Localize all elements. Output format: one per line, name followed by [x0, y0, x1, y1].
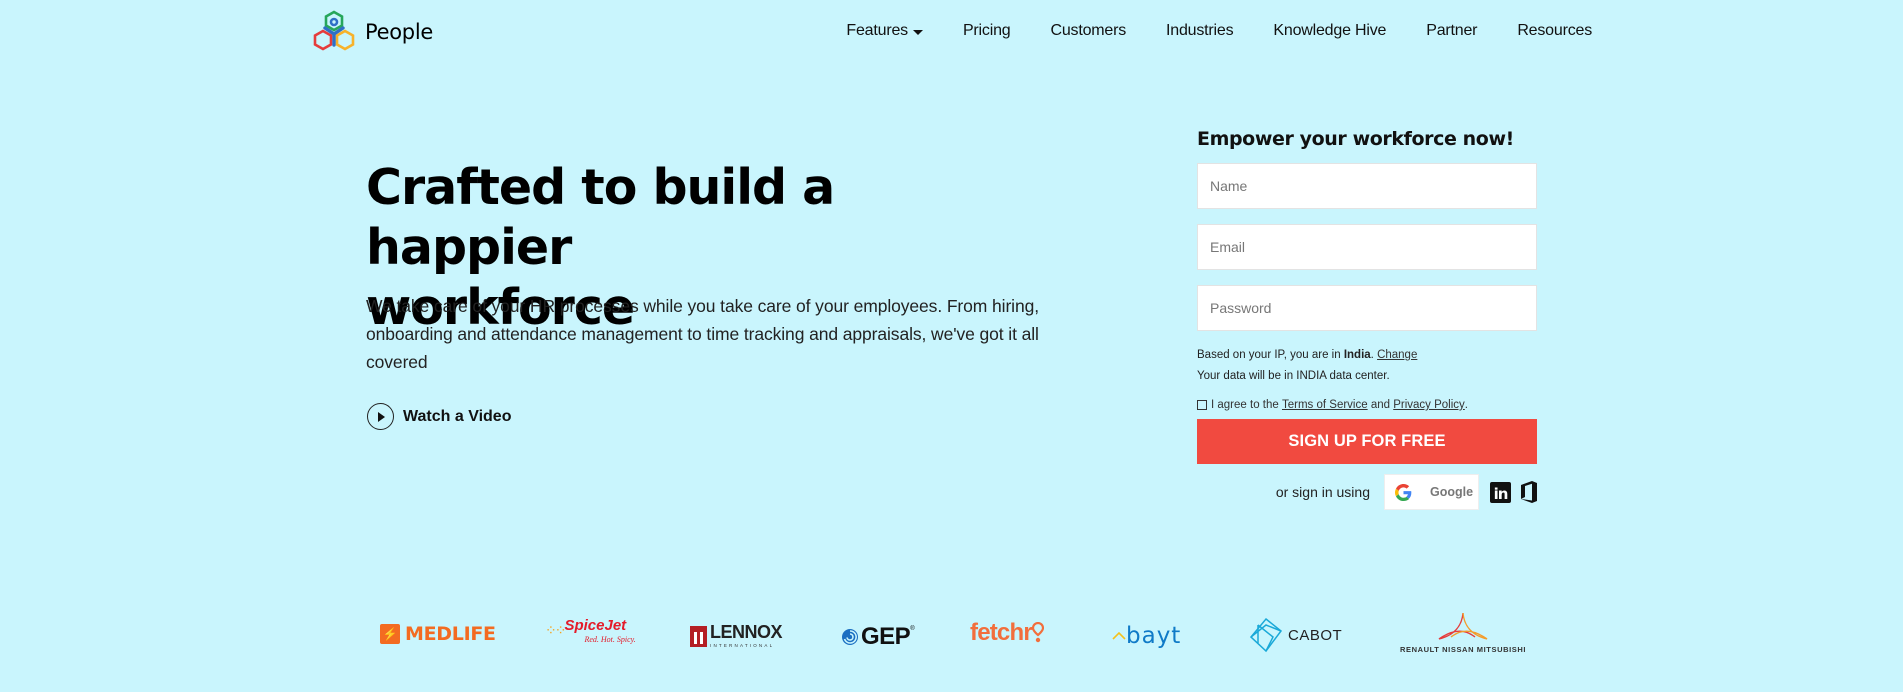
or-sign-in-text: or sign in using — [1275, 484, 1370, 500]
lennox-sub: INTERNATIONAL — [710, 643, 775, 648]
watch-video-label: Watch a Video — [403, 407, 512, 425]
bayt-chevron-icon — [1112, 632, 1126, 640]
nav-partner[interactable]: Partner — [1426, 22, 1477, 40]
agree-suffix-text: . — [1464, 399, 1468, 411]
nav-features-label: Features — [846, 22, 908, 39]
linkedin-signin-button[interactable]: in — [1490, 481, 1511, 503]
alliance-emblem-icon — [1438, 612, 1488, 640]
cabot-cube-icon — [1249, 617, 1283, 653]
nav-resources[interactable]: Resources — [1517, 22, 1592, 40]
client-logo-medlife: ⚡ MEDLIFE — [380, 623, 496, 645]
google-label: Google — [1430, 485, 1474, 499]
lennox-name: LENNOX — [710, 622, 783, 642]
signup-button[interactable]: SIGN UP FOR FREE — [1197, 419, 1537, 464]
data-center-note: Your data will be in INDIA data center. — [1197, 370, 1390, 382]
password-input[interactable] — [1197, 285, 1537, 331]
social-signin-row: or sign in using Google in — [1197, 474, 1538, 510]
change-country-link[interactable]: Change — [1377, 349, 1417, 361]
office365-signin-button[interactable] — [1520, 481, 1538, 503]
terms-of-service-link[interactable]: Terms of Service — [1282, 399, 1368, 411]
lennox-wordmark: LENNOX INTERNATIONAL — [707, 622, 783, 648]
main-nav: Features Pricing Customers Industries Kn… — [846, 22, 1592, 40]
nav-features[interactable]: Features — [846, 22, 923, 40]
medlife-runner-icon: ⚡ — [380, 624, 400, 644]
client-logo-renault-nissan-mitsubishi: RENAULT NISSAN MITSUBISHI — [1400, 611, 1526, 654]
privacy-policy-link[interactable]: Privacy Policy — [1393, 399, 1465, 411]
client-logo-bayt: bayt — [1112, 623, 1181, 649]
ip-location-note: Based on your IP, you are in India. Chan… — [1197, 346, 1538, 365]
nav-pricing[interactable]: Pricing — [963, 22, 1011, 40]
medlife-name: MEDLIFE — [405, 623, 496, 645]
bayt-name: bayt — [1126, 623, 1182, 649]
terms-agreement: I agree to the Terms of Service and Priv… — [1197, 399, 1538, 411]
email-input[interactable] — [1197, 224, 1537, 270]
hero-description: We take care of your HR processes while … — [366, 296, 1039, 372]
client-logo-cabot: CABOT — [1249, 617, 1342, 653]
agree-and-text: and — [1370, 399, 1391, 411]
gep-registered-mark: ® — [910, 626, 915, 632]
nav-customers[interactable]: Customers — [1050, 22, 1126, 40]
name-input[interactable] — [1197, 163, 1537, 209]
client-logo-spicejet: ⁘⁘ SpiceJet Red. Hot. Spicy. — [545, 617, 636, 644]
terms-checkbox[interactable] — [1197, 400, 1207, 410]
signup-form: Empower your workforce now! Based on you… — [1197, 128, 1538, 510]
gep-name: GEP — [861, 623, 911, 650]
office365-icon — [1521, 481, 1537, 503]
nav-knowledge-hive[interactable]: Knowledge Hive — [1273, 22, 1386, 40]
agree-prefix-text: I agree to the — [1211, 399, 1279, 411]
play-circle-icon — [367, 403, 394, 430]
google-g-icon — [1395, 483, 1412, 501]
google-signin-button[interactable]: Google — [1384, 474, 1479, 510]
zoho-people-logo-icon — [313, 10, 355, 51]
client-logo-lennox: LENNOX INTERNATIONAL — [690, 622, 783, 648]
fetchr-name: fetchr — [970, 619, 1033, 646]
client-logo-fetchr: fetchr — [970, 619, 1044, 647]
client-logo-gep: GEP ® — [841, 623, 915, 651]
spicejet-name: SpiceJet — [564, 617, 627, 634]
hero-title-line1: Crafted to build a happier — [366, 159, 835, 276]
ip-country: India — [1343, 349, 1371, 361]
spicejet-tagline: Red. Hot. Spicy. — [584, 635, 636, 644]
caret-down-icon — [912, 29, 923, 35]
nav-industries[interactable]: Industries — [1166, 22, 1234, 40]
linkedin-icon: in — [1493, 484, 1509, 503]
watch-video-link[interactable]: Watch a Video — [367, 403, 511, 430]
fetchr-pin-icon — [1031, 622, 1044, 643]
gep-swirl-icon — [842, 629, 858, 645]
lennox-mark-icon — [690, 625, 707, 647]
brand-name: People — [365, 20, 433, 44]
spicejet-wordmark: SpiceJet Red. Hot. Spicy. — [564, 617, 635, 644]
signup-title: Empower your workforce now! — [1197, 128, 1514, 150]
ip-prefix-text: Based on your IP, you are in — [1197, 349, 1344, 361]
spicejet-dots-icon: ⁘⁘ — [545, 622, 567, 638]
cabot-name: CABOT — [1288, 626, 1343, 644]
brand-logo[interactable]: People — [312, 10, 433, 54]
alliance-name: RENAULT NISSAN MITSUBISHI — [1400, 645, 1527, 654]
